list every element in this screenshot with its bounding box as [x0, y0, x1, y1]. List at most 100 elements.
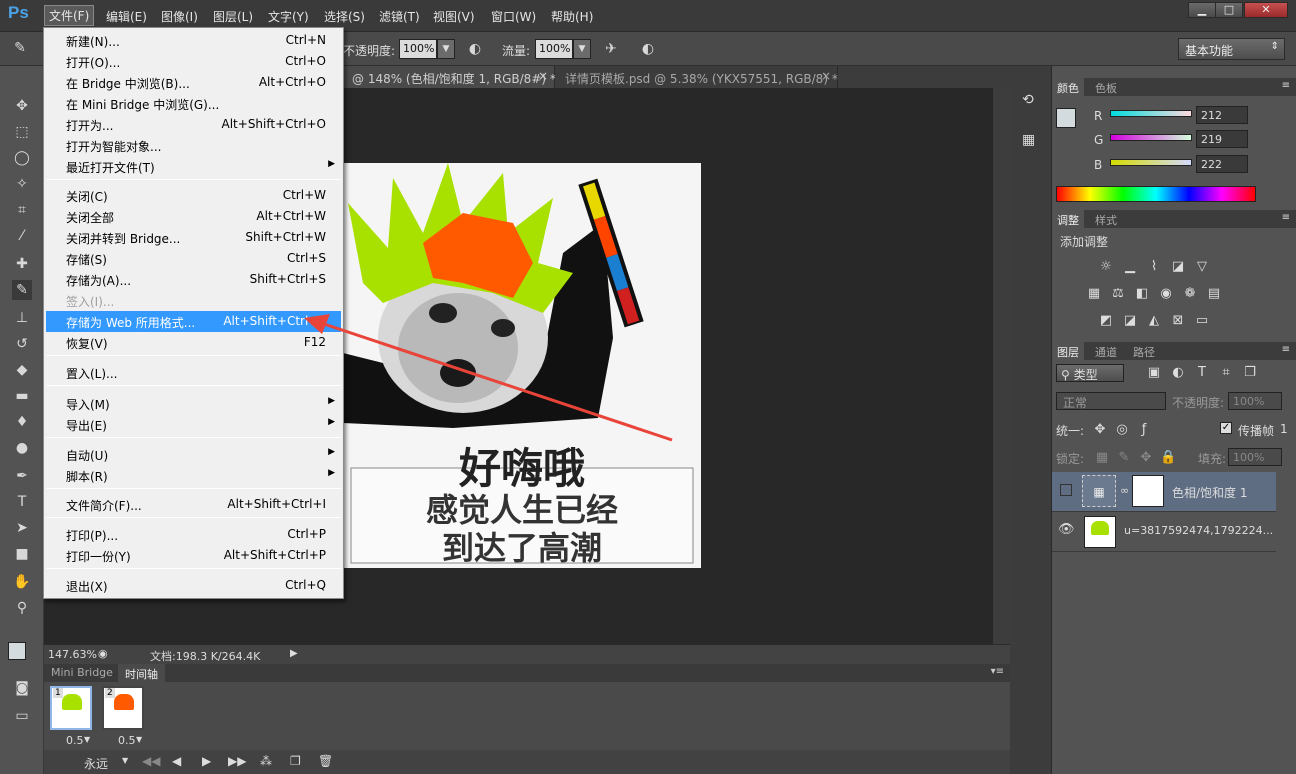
type-tool-icon[interactable]: T [12, 492, 32, 512]
tab-close-icon[interactable]: × [538, 69, 548, 83]
layer-name[interactable]: 色相/饱和度 1 [1172, 484, 1248, 501]
exposure-icon[interactable]: ◪ [1170, 260, 1186, 274]
play-icon[interactable]: ▶ [202, 754, 211, 768]
brush-icon[interactable]: ✎ [10, 38, 30, 58]
tab-document-2[interactable]: 详情页模板.psd @ 5.38% (YKX57551, RGB/8) * × [555, 66, 838, 88]
menu-item-export[interactable]: 导出(E) ▶ [46, 414, 341, 435]
next-frame-icon[interactable]: ▶▶ [228, 754, 246, 768]
black-white-icon[interactable]: ◧ [1134, 287, 1150, 301]
menu-item-new[interactable]: 新建(N)... Ctrl+N [46, 30, 341, 51]
menu-item-close-all[interactable]: 关闭全部 Alt+Ctrl+W [46, 206, 341, 227]
menu-item-save[interactable]: 存储(S) Ctrl+S [46, 248, 341, 269]
menu-item-revert[interactable]: 恢复(V) F12 [46, 332, 341, 353]
path-select-icon[interactable]: ➤ [12, 518, 32, 538]
menu-select[interactable]: 选择(S) [324, 8, 365, 25]
menu-item-open-as[interactable]: 打开为... Alt+Shift+Ctrl+O [46, 114, 341, 135]
menu-item-save-as[interactable]: 存储为(A)... Shift+Ctrl+S [46, 269, 341, 290]
foreground-color-swatch[interactable] [8, 642, 26, 660]
blend-mode-select[interactable]: 正常 [1056, 392, 1166, 410]
color-lookup-icon[interactable]: ▤ [1206, 287, 1222, 301]
eye-icon[interactable]: 👁 [1058, 522, 1075, 537]
properties-panel-icon[interactable]: ▦ [1022, 132, 1035, 148]
filter-smart-icon[interactable]: ❐ [1242, 366, 1258, 380]
menu-item-print[interactable]: 打印(P)... Ctrl+P [46, 524, 341, 545]
b-slider[interactable] [1110, 159, 1192, 166]
fill-field[interactable]: 100% [1228, 448, 1282, 466]
document-image[interactable]: 好嗨哦 感觉人生已经 到达了高潮 [343, 163, 701, 568]
menu-type[interactable]: 文字(Y) [268, 8, 309, 25]
history-brush-icon[interactable]: ↺ [12, 334, 32, 354]
posterize-icon[interactable]: ◪ [1122, 314, 1138, 328]
menu-item-save-for-web[interactable]: 存储为 Web 所用格式... Alt+Shift+Ctrl+S [46, 311, 341, 332]
unify-style-icon[interactable]: ƒ [1136, 423, 1152, 437]
layer-opacity-field[interactable]: 100% [1228, 392, 1282, 410]
filter-type-icon[interactable]: T [1194, 366, 1210, 380]
menu-item-place[interactable]: 置入(L)... [46, 362, 341, 383]
tab-document-1[interactable]: @ 148% (色相/饱和度 1, RGB/8#) * × [342, 66, 556, 88]
vertical-scrollbar[interactable] [993, 88, 1010, 644]
chevron-down-icon[interactable]: ▼ [122, 756, 128, 765]
duplicate-frame-icon[interactable]: ❐ [290, 754, 301, 768]
close-icon[interactable]: ✕ [1244, 2, 1288, 18]
panel-menu-icon[interactable]: ▾≡ [991, 666, 1004, 677]
channel-mixer-icon[interactable]: ❁ [1182, 287, 1198, 301]
layer-row-image[interactable]: 👁 u=3817592474,1792224... [1052, 512, 1276, 552]
menu-item-browse-bridge[interactable]: 在 Bridge 中浏览(B)... Alt+Ctrl+O [46, 72, 341, 93]
first-frame-icon[interactable]: ◀◀ [142, 754, 160, 768]
eyedropper-tool-icon[interactable]: ⁄ [12, 226, 32, 246]
invert-icon[interactable]: ◩ [1098, 314, 1114, 328]
r-slider[interactable] [1110, 110, 1192, 117]
prev-frame-icon[interactable]: ◀ [172, 754, 181, 768]
healing-tool-icon[interactable]: ✚ [12, 254, 32, 274]
curves-icon[interactable]: ⌇ [1146, 260, 1162, 274]
workspace-select[interactable]: 基本功能 ⇕ [1178, 38, 1285, 60]
gradient-tool-icon[interactable]: ▬ [12, 386, 32, 406]
menu-item-print-one[interactable]: 打印一份(Y) Alt+Shift+Ctrl+P [46, 545, 341, 566]
screen-mode-icon[interactable]: ▭ [12, 706, 32, 726]
menu-item-close-goto-bridge[interactable]: 关闭并转到 Bridge... Shift+Ctrl+W [46, 227, 341, 248]
flow-dropdown-icon[interactable]: ▼ [573, 39, 591, 59]
unify-visibility-icon[interactable]: ◎ [1114, 423, 1130, 437]
pressure-opacity-icon[interactable]: ◐ [465, 39, 485, 59]
hue-saturation-icon[interactable]: ▦ [1086, 287, 1102, 301]
menu-item-file-info[interactable]: 文件简介(F)... Alt+Shift+Ctrl+I [46, 494, 341, 515]
menu-help[interactable]: 帮助(H) [551, 8, 593, 25]
menu-layer[interactable]: 图层(L) [213, 8, 253, 25]
eraser-tool-icon[interactable]: ◆ [12, 360, 32, 380]
layer-mask-thumbnail[interactable] [1132, 475, 1164, 507]
layer-name[interactable]: u=3817592474,1792224... [1124, 524, 1273, 537]
panel-menu-icon[interactable]: ≡ [1282, 344, 1290, 355]
brightness-icon[interactable]: ☼ [1098, 260, 1114, 274]
tab-color[interactable]: 颜色 [1052, 78, 1084, 96]
stamp-tool-icon[interactable]: ⊥ [12, 308, 32, 328]
lock-position-icon[interactable]: ✥ [1138, 451, 1154, 465]
tab-adjustments[interactable]: 调整 [1052, 210, 1084, 228]
levels-icon[interactable]: ▁ [1122, 260, 1138, 274]
tween-icon[interactable]: ⁂ [260, 754, 272, 768]
menu-item-open-smart-object[interactable]: 打开为智能对象... [46, 135, 341, 156]
b-value[interactable]: 222 [1196, 155, 1248, 173]
status-arrow-icon[interactable]: ▶ [290, 648, 298, 659]
trash-icon[interactable]: 🗑 [318, 754, 333, 768]
tab-timeline[interactable]: 时间轴 [118, 664, 165, 682]
lock-all-icon[interactable]: 🔒 [1160, 451, 1176, 465]
tab-layers[interactable]: 图层 [1052, 342, 1084, 360]
tab-paths[interactable]: 路径 [1128, 342, 1160, 360]
maximize-icon[interactable]: □ [1215, 2, 1243, 18]
frame-delay[interactable]: 0.5 [66, 734, 84, 747]
shape-tool-icon[interactable]: ■ [12, 544, 32, 564]
selective-color-icon[interactable]: ⊠ [1170, 314, 1186, 328]
filter-shape-icon[interactable]: ⌗ [1218, 366, 1234, 380]
lasso-tool-icon[interactable]: ◯ [12, 148, 32, 168]
menu-item-import[interactable]: 导入(M) ▶ [46, 393, 341, 414]
vibrance-icon[interactable]: ▽ [1194, 260, 1210, 274]
menu-item-close[interactable]: 关闭(C) Ctrl+W [46, 185, 341, 206]
timeline-frame-1[interactable]: 1 [50, 686, 92, 730]
loop-select[interactable]: 永远 [84, 755, 108, 772]
menu-item-open[interactable]: 打开(O)... Ctrl+O [46, 51, 341, 72]
tab-channels[interactable]: 通道 [1090, 342, 1122, 360]
layer-filter-select[interactable]: ⚲ 类型 [1056, 364, 1124, 382]
zoom-level[interactable]: 147.63% [48, 648, 97, 661]
g-slider[interactable] [1110, 134, 1192, 141]
menu-file[interactable]: 文件(F) [43, 5, 95, 26]
